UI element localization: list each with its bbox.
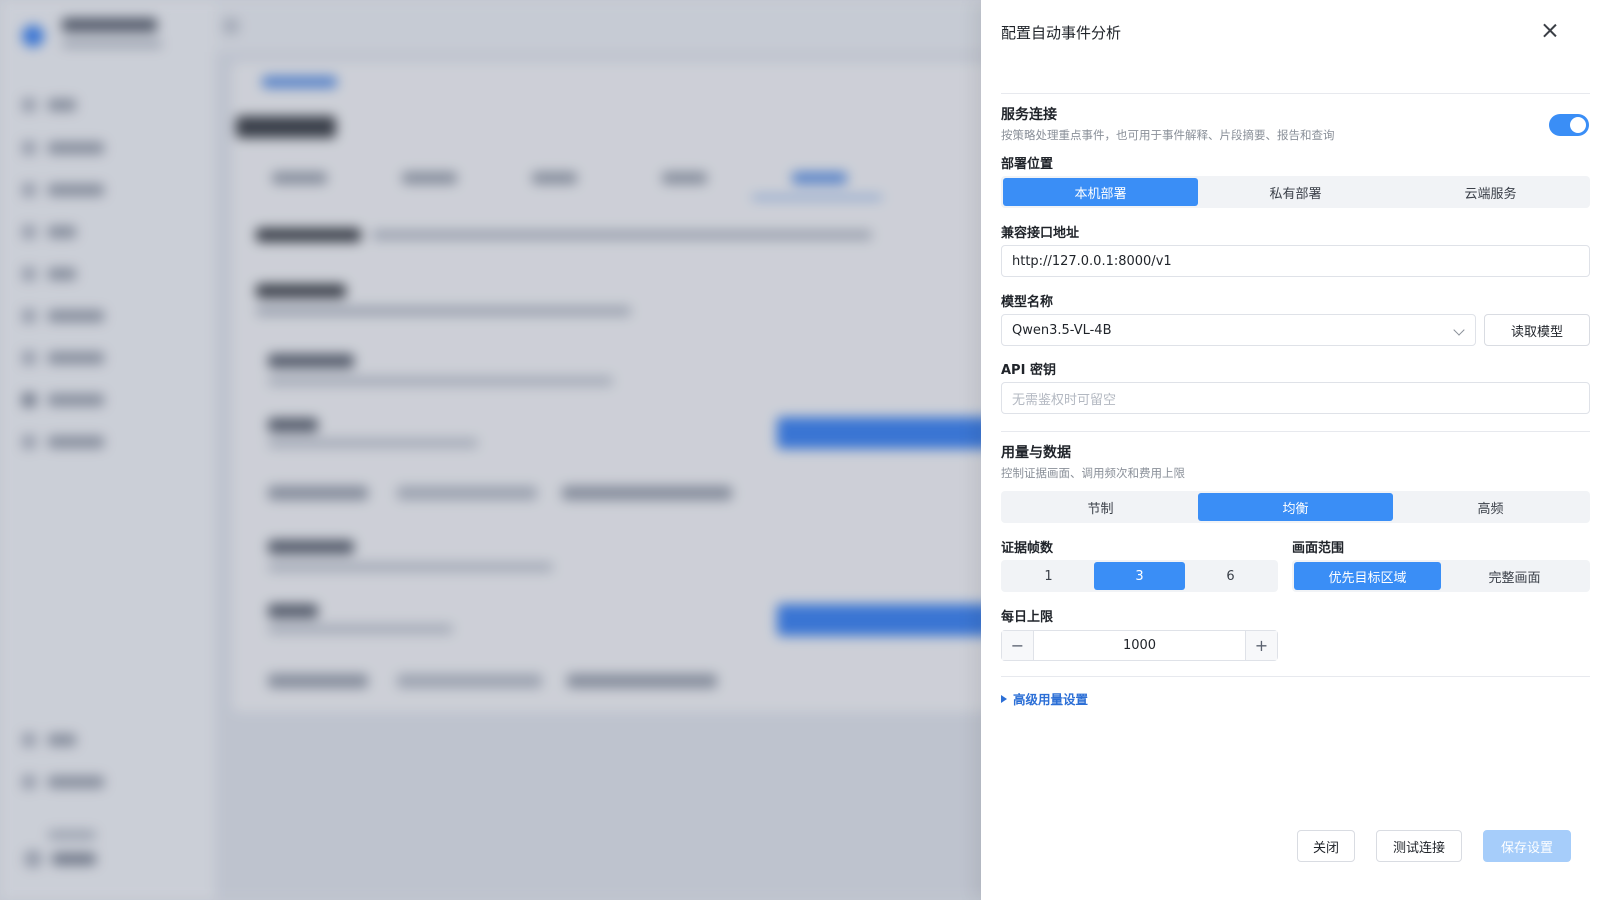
model-label: 模型名称	[1001, 295, 1054, 310]
usage-description: 控制证据画面、调用频次和费用上限	[1001, 466, 1185, 480]
divider	[1001, 676, 1590, 677]
daily-limit-stepper: − 1000 +	[1001, 630, 1278, 661]
api-key-label: API 密钥	[1001, 363, 1056, 378]
evidence-frames-segmented: 1 3 6	[1001, 560, 1278, 592]
daily-limit-label: 每日上限	[1001, 610, 1054, 625]
drawer-title: 配置自动事件分析	[1001, 24, 1122, 42]
frame-scope-label: 画面范围	[1292, 541, 1345, 556]
model-select-value: Qwen3.5-VL-4B	[1012, 322, 1112, 338]
evidence-frames-3[interactable]: 3	[1094, 562, 1185, 590]
deployment-option-cloud[interactable]: 云端服务	[1393, 178, 1588, 206]
deployment-segmented: 本机部署 私有部署 云端服务	[1001, 176, 1590, 208]
deployment-label: 部署位置	[1001, 157, 1054, 172]
daily-limit-value[interactable]: 1000	[1034, 631, 1245, 660]
frame-scope-target[interactable]: 优先目标区域	[1294, 562, 1441, 590]
divider	[1001, 93, 1590, 94]
evidence-frames-6[interactable]: 6	[1185, 562, 1276, 590]
evidence-frames-1[interactable]: 1	[1003, 562, 1094, 590]
increment-button[interactable]: +	[1245, 631, 1277, 660]
endpoint-label: 兼容接口地址	[1001, 226, 1080, 241]
frame-scope-segmented: 优先目标区域 完整画面	[1292, 560, 1590, 592]
usage-mode-high[interactable]: 高频	[1393, 493, 1588, 521]
save-settings-button[interactable]: 保存设置	[1483, 830, 1571, 862]
service-toggle[interactable]	[1549, 114, 1589, 136]
deployment-option-private[interactable]: 私有部署	[1198, 178, 1393, 206]
test-connection-button[interactable]: 测试连接	[1376, 830, 1462, 862]
advanced-usage-toggle[interactable]: 高级用量设置	[1001, 689, 1088, 708]
caret-right-icon	[1001, 694, 1007, 703]
toggle-knob	[1570, 117, 1586, 133]
service-title: 服务连接	[1001, 107, 1057, 123]
usage-mode-conservative[interactable]: 节制	[1003, 493, 1198, 521]
frame-scope-full[interactable]: 完整画面	[1441, 562, 1588, 590]
advanced-usage-label: 高级用量设置	[1013, 692, 1089, 707]
close-button[interactable]: 关闭	[1297, 830, 1355, 862]
api-key-input[interactable]: 无需鉴权时可留空	[1001, 382, 1590, 414]
close-icon[interactable]	[1539, 20, 1561, 42]
config-drawer: 配置自动事件分析 服务连接 按策略处理重点事件，也可用于事件解释、片段摘要、报告…	[981, 0, 1600, 900]
divider	[1001, 431, 1590, 432]
deployment-option-local[interactable]: 本机部署	[1003, 178, 1198, 206]
usage-mode-balanced[interactable]: 均衡	[1198, 493, 1393, 521]
chevron-down-icon	[1453, 324, 1465, 336]
model-select[interactable]: Qwen3.5-VL-4B	[1001, 314, 1476, 346]
service-description: 按策略处理重点事件，也可用于事件解释、片段摘要、报告和查询	[1001, 128, 1335, 142]
usage-mode-segmented: 节制 均衡 高频	[1001, 491, 1590, 523]
decrement-button[interactable]: −	[1002, 631, 1034, 660]
evidence-frames-label: 证据帧数	[1001, 541, 1054, 556]
endpoint-input[interactable]: http://127.0.0.1:8000/v1	[1001, 245, 1590, 277]
usage-title: 用量与数据	[1001, 445, 1071, 461]
fetch-models-button[interactable]: 读取模型	[1484, 314, 1590, 346]
